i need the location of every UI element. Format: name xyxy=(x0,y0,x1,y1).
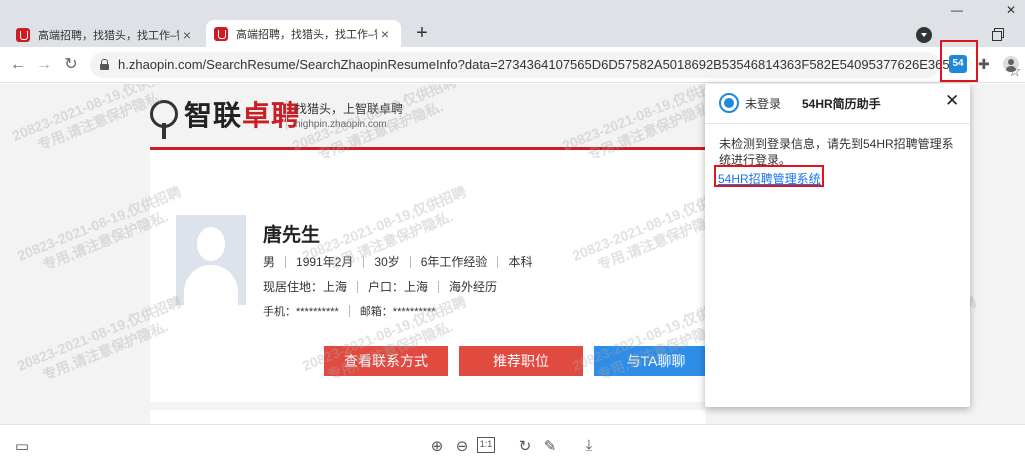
age: 30岁 xyxy=(374,255,400,269)
overseas-experience: 海外经历 xyxy=(449,280,498,294)
work-experience: 6年工作经验 xyxy=(420,255,488,269)
resume-card: 唐先生 男 1991年2月 30岁 6年工作经验 本科 现居住地：上海 户口：上… xyxy=(150,150,718,402)
residence: 现居住地：上海 xyxy=(263,280,348,294)
zoom-in-icon[interactable]: ⊕ xyxy=(427,437,447,455)
next-section-card xyxy=(150,410,706,424)
profile-avatar-icon[interactable] xyxy=(1003,56,1019,72)
slogan-text: 找猎头，上智联卓聘 xyxy=(295,102,404,116)
zhaopin-favicon-icon xyxy=(16,27,30,42)
login-status: 未登录 xyxy=(745,97,782,111)
education: 本科 xyxy=(508,255,533,269)
user-avatar-icon xyxy=(719,93,739,113)
zhaopin-logo[interactable]: 智联卓聘 xyxy=(150,94,301,139)
back-icon[interactable]: ← xyxy=(8,55,28,75)
magnifier-logo-icon xyxy=(150,100,178,139)
popup-header: 未登录 54HR简历助手 ✕ xyxy=(705,84,970,124)
tab-strip: 高端招聘，找猎头，找工作–智联 × 高端招聘，找猎头，找工作–智联 × + — … xyxy=(0,0,1025,47)
forward-icon[interactable]: → xyxy=(34,55,54,75)
birth-date: 1991年2月 xyxy=(296,255,354,269)
restore-window-icon[interactable] xyxy=(992,28,1004,41)
location-row: 现居住地：上海 户口：上海 海外经历 xyxy=(263,278,497,295)
54hr-extension-icon[interactable]: 54 xyxy=(949,55,967,73)
zhaopin-favicon-icon xyxy=(214,26,228,41)
window-close-icon[interactable]: ✕ xyxy=(996,0,1025,20)
tab-search-icon[interactable] xyxy=(916,27,932,43)
popup-title: 54HR简历助手 xyxy=(802,97,881,111)
new-tab-icon[interactable]: + xyxy=(410,22,434,46)
hukou: 户口：上海 xyxy=(368,280,429,294)
login-prompt-message: 未检测到登录信息，请先到54HR招聘管理系统进行登录。 xyxy=(719,137,954,167)
chat-button[interactable]: 与TA聊聊 xyxy=(594,346,718,376)
recommend-job-button[interactable]: 推荐职位 xyxy=(459,346,583,376)
url-text[interactable]: h.zhaopin.com/SearchResume/SearchZhaopin… xyxy=(118,57,960,72)
phone: 手机：********** xyxy=(263,306,339,318)
actual-size-icon[interactable]: 1:1 xyxy=(477,437,495,453)
contact-row: 手机：********** 邮箱：********** xyxy=(263,303,436,319)
zoom-out-icon[interactable]: ⊖ xyxy=(452,437,472,455)
lock-icon[interactable] xyxy=(100,59,109,70)
popup-close-icon[interactable]: ✕ xyxy=(945,91,959,111)
rotate-icon[interactable]: ↻ xyxy=(515,437,535,455)
basic-info-row: 男 1991年2月 30岁 6年工作经验 本科 xyxy=(263,253,532,270)
viewer-bottom-bar: ▭ ⊕ ⊖ 1:1 ↻ ✎ ⤓ xyxy=(0,424,1025,468)
tab-title: 高端招聘，找猎头，找工作–智联 xyxy=(38,29,179,42)
candidate-avatar xyxy=(176,215,246,305)
gender: 男 xyxy=(263,255,276,269)
browser-toolbar: ← → ↻ h.zhaopin.com/SearchResume/SearchZ… xyxy=(0,47,1025,83)
download-icon[interactable]: ⤓ xyxy=(579,437,599,454)
draw-icon[interactable]: ✎ xyxy=(540,437,560,455)
54hr-system-link[interactable]: 54HR招聘管理系统 xyxy=(718,170,821,187)
54hr-extension-popup: 未登录 54HR简历助手 ✕ 未检测到登录信息，请先到54HR招聘管理系统进行登… xyxy=(705,84,970,407)
slogan: 找猎头，上智联卓聘 highpin.zhaopin.com xyxy=(286,100,403,130)
tab-title: 高端招聘，找猎头，找工作–智联 xyxy=(236,28,377,41)
slogan-url: highpin.zhaopin.com xyxy=(295,119,387,130)
email: 邮箱：********** xyxy=(359,306,436,318)
extensions-puzzle-icon[interactable]: ✚ xyxy=(978,56,990,73)
browser-tab-2[interactable]: 高端招聘，找猎头，找工作–智联 × xyxy=(206,20,401,47)
reload-icon[interactable]: ↻ xyxy=(61,55,81,75)
logo-text: 智联卓聘 xyxy=(184,100,301,131)
candidate-name: 唐先生 xyxy=(263,225,321,246)
address-bar[interactable]: h.zhaopin.com/SearchResume/SearchZhaopin… xyxy=(90,52,1021,80)
minimize-icon[interactable]: — xyxy=(942,0,972,20)
sidebar-toggle-icon[interactable]: ▭ xyxy=(12,437,32,455)
browser-tab-1[interactable]: 高端招聘，找猎头，找工作–智联 × xyxy=(8,22,203,47)
tab-close-icon[interactable]: × xyxy=(377,26,393,42)
view-contact-button[interactable]: 查看联系方式 xyxy=(324,346,448,376)
tab-close-icon[interactable]: × xyxy=(179,27,195,43)
